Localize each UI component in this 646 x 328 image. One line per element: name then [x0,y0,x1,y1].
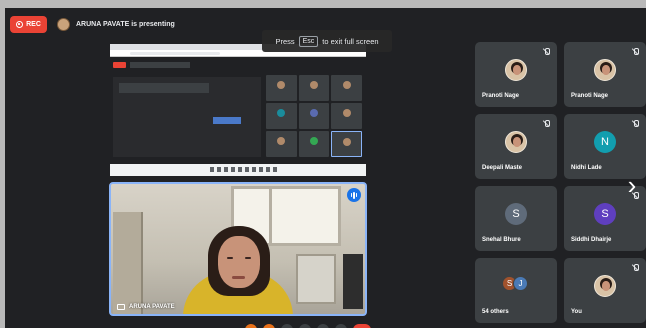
shared-tile [266,75,297,101]
shared-presenting-bar [130,62,190,68]
others-tile[interactable]: S J 54 others [475,258,557,323]
participant-name: Nidhi Lade [571,165,602,171]
self-avatar [594,275,616,297]
call-controls [245,324,371,328]
mic-off-icon [632,120,639,128]
speaking-indicator-icon [347,188,361,202]
hint-prefix: Press [275,36,295,46]
shared-tile [331,75,362,101]
control-button[interactable] [263,324,275,328]
self-tile[interactable]: You [564,258,646,323]
esc-key: Esc [298,35,319,47]
shared-main-area [113,77,261,157]
end-call-button[interactable] [353,324,371,328]
shared-taskbar [110,164,366,176]
recording-label: REC [26,21,41,28]
participant-tile[interactable]: Deepali Maste [475,114,557,179]
shared-tile [298,75,330,101]
shared-tile [331,131,362,157]
participant-avatar: S [594,203,616,225]
participant-avatar [594,59,616,81]
others-label: 54 others [482,309,509,315]
presenting-text: ARUNA PAVATE is presenting [76,21,175,28]
presenter-avatar [57,18,70,31]
shared-tile [298,131,330,157]
participant-avatar [505,131,527,153]
presenter-video-tile[interactable]: ARUNA PAVATE [109,182,367,316]
participant-name: Siddhi Dhairje [571,237,612,243]
participant-tile[interactable]: S Snehal Bhure [475,186,557,251]
presenting-indicator: ARUNA PAVATE is presenting [57,18,175,31]
present-screen-icon [117,304,125,310]
participant-tile[interactable]: Pranoti Nage [564,42,646,107]
others-avatar: J [513,276,528,291]
shared-tile [266,103,297,129]
shared-tile [298,103,330,129]
presenter-name-label: ARUNA PAVATE [117,304,175,310]
participant-name: Pranoti Nage [571,93,609,99]
presenter-face [218,236,260,288]
meet-window: REC ARUNA PAVATE is presenting Press Esc… [5,8,646,328]
mic-off-icon [632,264,639,272]
control-button[interactable] [245,324,257,328]
participant-avatar: S [505,203,527,225]
presenter-eye [227,257,233,259]
mic-off-icon [543,120,550,128]
shared-tile [331,103,362,129]
hint-suffix: to exit full screen [322,36,379,46]
presenter-eye [245,257,251,259]
control-button[interactable] [281,324,293,328]
video-cabinet [113,212,143,314]
shared-tile [266,131,297,157]
participant-name: Deepali Maste [482,165,523,171]
fullscreen-hint: Press Esc to exit full screen [262,30,392,52]
shared-rec-badge [113,62,126,68]
participant-avatar: N [594,131,616,153]
video-monitor [343,254,363,309]
mic-off-icon [632,48,639,56]
chevron-right-icon[interactable]: › [622,170,642,200]
presenter-name: ARUNA PAVATE [129,304,175,310]
participant-avatar [505,59,527,81]
shared-meet-view [110,57,366,176]
participant-name: Pranoti Nage [482,93,520,99]
mic-off-icon [543,48,550,56]
participant-tile[interactable]: Pranoti Nage [475,42,557,107]
self-name: You [571,309,582,315]
recording-badge[interactable]: REC [10,16,47,33]
participant-tiles: Pranoti Nage Pranoti Nage Deepali Maste … [475,42,646,325]
record-icon [16,21,24,28]
others-avatars: S J [502,276,528,291]
control-button[interactable] [299,324,311,328]
participant-name: Snehal Bhure [482,237,521,243]
control-button[interactable] [335,324,347,328]
video-shelf [296,254,336,304]
shared-participant-grid [266,75,362,157]
control-button[interactable] [317,324,329,328]
shared-screen[interactable] [110,44,366,176]
presenter-mouth [232,276,245,279]
